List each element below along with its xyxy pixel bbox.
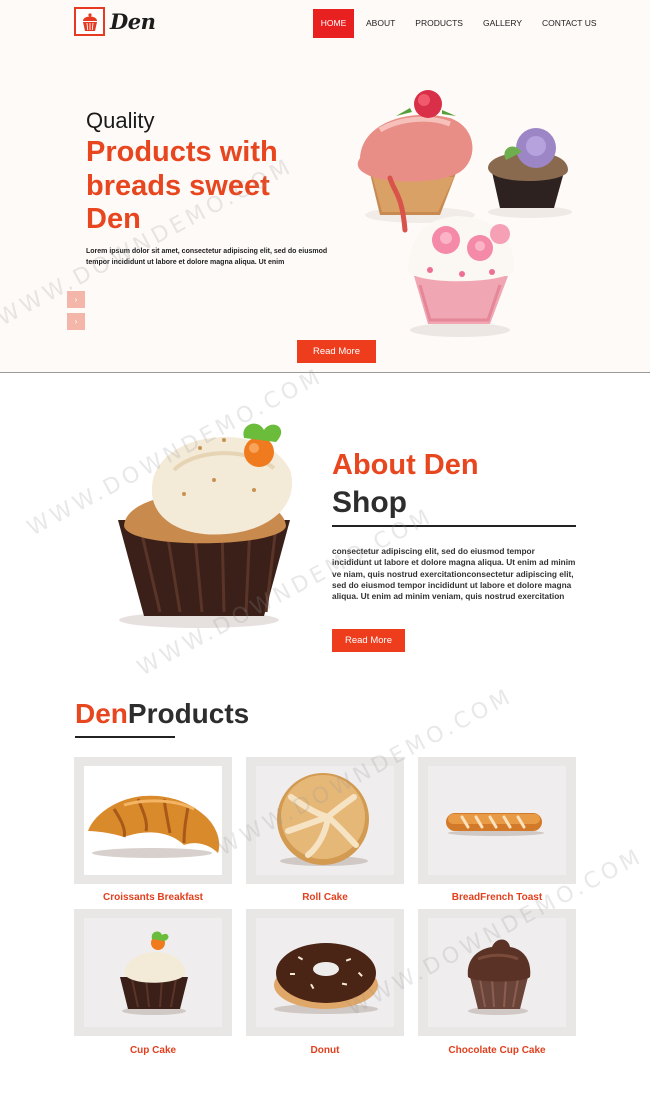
cupcakes-hero-image [357,90,572,337]
donut-icon [274,943,378,1014]
nav-about[interactable]: ABOUT [356,9,405,38]
product-label-cup-cake[interactable]: Cup Cake [74,1045,232,1056]
products-divider [75,736,175,738]
bread-roll-icon [277,773,369,866]
nav-contact[interactable]: CONTACT US [532,9,606,38]
products-heading: DenProducts [75,696,249,732]
cupcake-icon [120,931,188,1015]
nav-home[interactable]: HOME [313,9,354,38]
cupcake-logo-icon [74,7,105,36]
chevron-up-icon: › [74,295,78,304]
products-heading-accent: Den [75,698,128,729]
chevron-down-icon: › [74,317,78,326]
product-card-croissant[interactable] [74,757,232,884]
nav-products[interactable]: PRODUCTS [405,9,473,38]
hero-title: Products with breads sweet Den [86,136,278,235]
hero-subtitle: Quality [86,108,155,133]
hero-heading: Quality Products with breads sweet Den [86,108,326,237]
logo[interactable]: Den [74,7,156,36]
hero-read-more-button[interactable]: Read More [297,340,376,363]
product-label-donut[interactable]: Donut [246,1045,404,1056]
product-card-roll-cake[interactable] [246,757,404,884]
about-title: About Den [332,449,479,481]
about-divider [332,525,576,527]
products-heading-rest: Products [127,698,250,729]
cupcake-about-image [118,423,293,628]
product-label-croissant[interactable]: Croissants Breakfast [74,892,232,903]
chocolate-cupcake-icon [467,939,531,1015]
product-label-chocolate-cup-cake[interactable]: Chocolate Cup Cake [418,1045,576,1056]
slider-prev-button[interactable]: › [67,291,85,308]
hero-paragraph: Lorem ipsum dolor sit amet, consectetur … [86,248,328,266]
about-read-more-button[interactable]: Read More [332,629,405,652]
product-card-donut[interactable] [246,909,404,1036]
product-card-cup-cake[interactable] [74,909,232,1036]
about-paragraph: consectetur adipiscing elit, sed do eius… [332,546,576,602]
product-card-french-toast[interactable] [418,757,576,884]
logo-text: Den [110,9,156,34]
slider-next-button[interactable]: › [67,313,85,330]
product-card-chocolate-cup-cake[interactable] [418,909,576,1036]
product-label-french-toast[interactable]: BreadFrench Toast [418,892,576,903]
baguette-icon [446,813,544,836]
nav-gallery[interactable]: GALLERY [473,9,532,38]
croissant-icon [88,795,220,858]
product-label-roll-cake[interactable]: Roll Cake [246,892,404,903]
hero-section: Den HOME ABOUT PRODUCTS GALLERY CONTACT … [0,0,650,373]
about-subtitle: Shop [332,486,407,519]
main-nav: HOME ABOUT PRODUCTS GALLERY CONTACT US [313,9,607,38]
